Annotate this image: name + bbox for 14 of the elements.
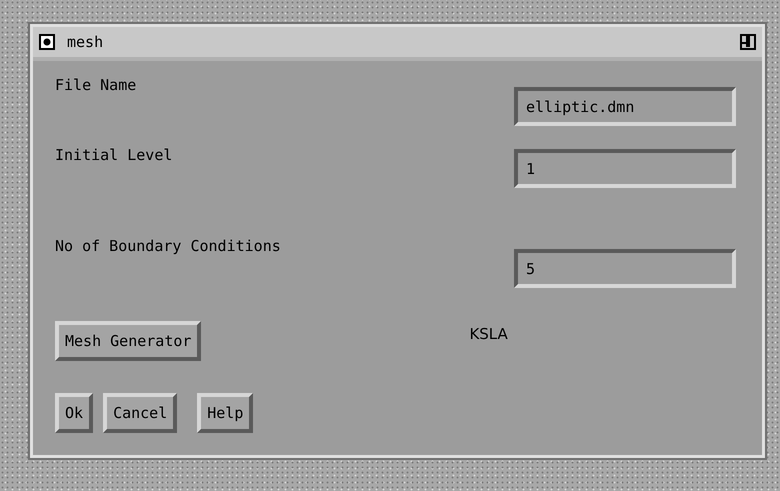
input-field[interactable]: 5 bbox=[514, 249, 736, 288]
input-field[interactable]: elliptic.dmn bbox=[514, 87, 736, 126]
status-text: KSLA bbox=[469, 325, 508, 343]
input-field[interactable]: 1 bbox=[514, 149, 736, 188]
cancel-button[interactable]: Cancel bbox=[103, 393, 178, 433]
window-title: mesh bbox=[67, 33, 104, 51]
help-button[interactable]: Help bbox=[197, 393, 254, 433]
maximize-icon[interactable] bbox=[740, 34, 756, 50]
window-menu-icon[interactable] bbox=[39, 34, 55, 50]
mesh-generator-button[interactable]: Mesh Generator bbox=[55, 321, 202, 361]
field-label: No of Boundary Conditions bbox=[55, 237, 281, 255]
field-label: Initial Level bbox=[55, 146, 172, 164]
field-label: File Name bbox=[55, 76, 136, 94]
ok-button[interactable]: Ok bbox=[55, 393, 94, 433]
